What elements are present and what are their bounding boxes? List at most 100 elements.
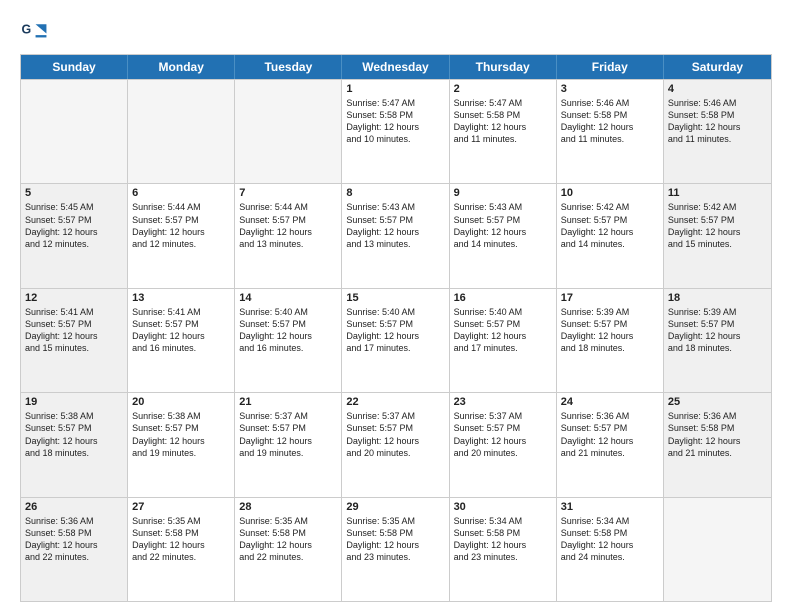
- calendar-day-3: 3 Sunrise: 5:46 AM Sunset: 5:58 PM Daylig…: [557, 80, 664, 183]
- day-number: 1: [346, 83, 444, 95]
- calendar-day-16: 16Sunrise: 5:40 AM Sunset: 5:57 PM Dayli…: [450, 289, 557, 392]
- day-number: 6: [132, 187, 230, 199]
- day-number: 15: [346, 292, 444, 304]
- day-info: Sunrise: 5:45 AM Sunset: 5:57 PM Dayligh…: [25, 201, 123, 250]
- day-number: 16: [454, 292, 552, 304]
- calendar-day-7: 7 Sunrise: 5:44 AM Sunset: 5:57 PM Daylig…: [235, 184, 342, 287]
- calendar-day-10: 10 Sunrise: 5:42 AM Sunset: 5:57 PM Dayli…: [557, 184, 664, 287]
- day-number: 13: [132, 292, 230, 304]
- day-info: Sunrise: 5:36 AM Sunset: 5:57 PM Dayligh…: [561, 410, 659, 459]
- day-number: 22: [346, 396, 444, 408]
- day-info: Sunrise: 5:39 AM Sunset: 5:57 PM Dayligh…: [668, 306, 767, 355]
- day-number: 3: [561, 83, 659, 95]
- logo: G: [20, 18, 52, 46]
- calendar-empty-cell: [664, 498, 771, 601]
- day-info: Sunrise: 5:41 AM Sunset: 5:57 PM Dayligh…: [25, 306, 123, 355]
- day-info: Sunrise: 5:38 AM Sunset: 5:57 PM Dayligh…: [25, 410, 123, 459]
- day-info: Sunrise: 5:47 AM Sunset: 5:58 PM Dayligh…: [346, 97, 444, 146]
- day-number: 18: [668, 292, 767, 304]
- calendar-day-14: 14 Sunrise: 5:40 AM Sunset: 5:57 PM Dayli…: [235, 289, 342, 392]
- calendar-day-5: 5Sunrise: 5:45 AM Sunset: 5:57 PM Daylig…: [21, 184, 128, 287]
- day-number: 21: [239, 396, 337, 408]
- day-info: Sunrise: 5:34 AM Sunset: 5:58 PM Dayligh…: [561, 515, 659, 564]
- calendar-day-23: 23Sunrise: 5:37 AM Sunset: 5:57 PM Dayli…: [450, 393, 557, 496]
- calendar-day-12: 12 Sunrise: 5:41 AM Sunset: 5:57 PM Dayli…: [21, 289, 128, 392]
- day-number: 11: [668, 187, 767, 199]
- weekday-header-monday: Monday: [128, 55, 235, 79]
- calendar: SundayMondayTuesdayWednesdayThursdayFrid…: [20, 54, 772, 602]
- calendar-day-4: 4 Sunrise: 5:46 AM Sunset: 5:58 PM Daylig…: [664, 80, 771, 183]
- calendar-day-9: 9Sunrise: 5:43 AM Sunset: 5:57 PM Daylig…: [450, 184, 557, 287]
- calendar-day-29: 29 Sunrise: 5:35 AM Sunset: 5:58 PM Dayli…: [342, 498, 449, 601]
- day-number: 14: [239, 292, 337, 304]
- day-info: Sunrise: 5:37 AM Sunset: 5:57 PM Dayligh…: [454, 410, 552, 459]
- day-number: 10: [561, 187, 659, 199]
- day-number: 29: [346, 501, 444, 513]
- day-info: Sunrise: 5:40 AM Sunset: 5:57 PM Dayligh…: [346, 306, 444, 355]
- day-number: 25: [668, 396, 767, 408]
- day-number: 20: [132, 396, 230, 408]
- day-info: Sunrise: 5:44 AM Sunset: 5:57 PM Dayligh…: [132, 201, 230, 250]
- day-number: 2: [454, 83, 552, 95]
- day-number: 31: [561, 501, 659, 513]
- day-info: Sunrise: 5:44 AM Sunset: 5:57 PM Dayligh…: [239, 201, 337, 250]
- svg-text:G: G: [22, 23, 32, 37]
- day-info: Sunrise: 5:35 AM Sunset: 5:58 PM Dayligh…: [346, 515, 444, 564]
- calendar-row-3: 19 Sunrise: 5:38 AM Sunset: 5:57 PM Dayli…: [21, 392, 771, 496]
- day-number: 27: [132, 501, 230, 513]
- day-info: Sunrise: 5:46 AM Sunset: 5:58 PM Dayligh…: [668, 97, 767, 146]
- calendar-day-18: 18 Sunrise: 5:39 AM Sunset: 5:57 PM Dayli…: [664, 289, 771, 392]
- day-info: Sunrise: 5:42 AM Sunset: 5:57 PM Dayligh…: [561, 201, 659, 250]
- calendar-day-19: 19 Sunrise: 5:38 AM Sunset: 5:57 PM Dayli…: [21, 393, 128, 496]
- day-number: 26: [25, 501, 123, 513]
- page: G SundayMondayTuesdayWednesdayThursdayFr…: [0, 0, 792, 612]
- calendar-day-2: 2 Sunrise: 5:47 AM Sunset: 5:58 PM Daylig…: [450, 80, 557, 183]
- weekday-header-tuesday: Tuesday: [235, 55, 342, 79]
- calendar-day-11: 11 Sunrise: 5:42 AM Sunset: 5:57 PM Dayli…: [664, 184, 771, 287]
- day-info: Sunrise: 5:37 AM Sunset: 5:57 PM Dayligh…: [346, 410, 444, 459]
- calendar-day-1: 1 Sunrise: 5:47 AM Sunset: 5:58 PM Daylig…: [342, 80, 449, 183]
- day-info: Sunrise: 5:37 AM Sunset: 5:57 PM Dayligh…: [239, 410, 337, 459]
- weekday-header-thursday: Thursday: [450, 55, 557, 79]
- day-number: 9: [454, 187, 552, 199]
- day-info: Sunrise: 5:40 AM Sunset: 5:57 PM Dayligh…: [239, 306, 337, 355]
- calendar-day-8: 8 Sunrise: 5:43 AM Sunset: 5:57 PM Daylig…: [342, 184, 449, 287]
- day-info: Sunrise: 5:35 AM Sunset: 5:58 PM Dayligh…: [132, 515, 230, 564]
- day-info: Sunrise: 5:46 AM Sunset: 5:58 PM Dayligh…: [561, 97, 659, 146]
- day-number: 12: [25, 292, 123, 304]
- calendar-day-13: 13Sunrise: 5:41 AM Sunset: 5:57 PM Dayli…: [128, 289, 235, 392]
- weekday-header-wednesday: Wednesday: [342, 55, 449, 79]
- logo-icon: G: [20, 18, 48, 46]
- calendar-empty-cell: [235, 80, 342, 183]
- calendar-day-25: 25Sunrise: 5:36 AM Sunset: 5:58 PM Dayli…: [664, 393, 771, 496]
- day-info: Sunrise: 5:39 AM Sunset: 5:57 PM Dayligh…: [561, 306, 659, 355]
- day-info: Sunrise: 5:47 AM Sunset: 5:58 PM Dayligh…: [454, 97, 552, 146]
- calendar-row-2: 12 Sunrise: 5:41 AM Sunset: 5:57 PM Dayli…: [21, 288, 771, 392]
- header: G: [20, 18, 772, 46]
- day-info: Sunrise: 5:42 AM Sunset: 5:57 PM Dayligh…: [668, 201, 767, 250]
- calendar-row-0: 1 Sunrise: 5:47 AM Sunset: 5:58 PM Daylig…: [21, 79, 771, 183]
- day-number: 7: [239, 187, 337, 199]
- day-number: 17: [561, 292, 659, 304]
- day-number: 30: [454, 501, 552, 513]
- day-number: 8: [346, 187, 444, 199]
- day-number: 19: [25, 396, 123, 408]
- weekday-header-sunday: Sunday: [21, 55, 128, 79]
- day-info: Sunrise: 5:36 AM Sunset: 5:58 PM Dayligh…: [25, 515, 123, 564]
- day-number: 4: [668, 83, 767, 95]
- weekday-header-saturday: Saturday: [664, 55, 771, 79]
- calendar-day-17: 17 Sunrise: 5:39 AM Sunset: 5:57 PM Dayli…: [557, 289, 664, 392]
- calendar-day-24: 24Sunrise: 5:36 AM Sunset: 5:57 PM Dayli…: [557, 393, 664, 496]
- calendar-day-30: 30 Sunrise: 5:34 AM Sunset: 5:58 PM Dayli…: [450, 498, 557, 601]
- day-number: 28: [239, 501, 337, 513]
- weekday-header-friday: Friday: [557, 55, 664, 79]
- calendar-day-31: 31 Sunrise: 5:34 AM Sunset: 5:58 PM Dayli…: [557, 498, 664, 601]
- calendar-day-26: 26 Sunrise: 5:36 AM Sunset: 5:58 PM Dayli…: [21, 498, 128, 601]
- day-info: Sunrise: 5:43 AM Sunset: 5:57 PM Dayligh…: [346, 201, 444, 250]
- calendar-day-6: 6 Sunrise: 5:44 AM Sunset: 5:57 PM Daylig…: [128, 184, 235, 287]
- day-info: Sunrise: 5:34 AM Sunset: 5:58 PM Dayligh…: [454, 515, 552, 564]
- calendar-day-28: 28 Sunrise: 5:35 AM Sunset: 5:58 PM Dayli…: [235, 498, 342, 601]
- calendar-day-22: 22 Sunrise: 5:37 AM Sunset: 5:57 PM Dayli…: [342, 393, 449, 496]
- day-info: Sunrise: 5:35 AM Sunset: 5:58 PM Dayligh…: [239, 515, 337, 564]
- calendar-row-4: 26 Sunrise: 5:36 AM Sunset: 5:58 PM Dayli…: [21, 497, 771, 601]
